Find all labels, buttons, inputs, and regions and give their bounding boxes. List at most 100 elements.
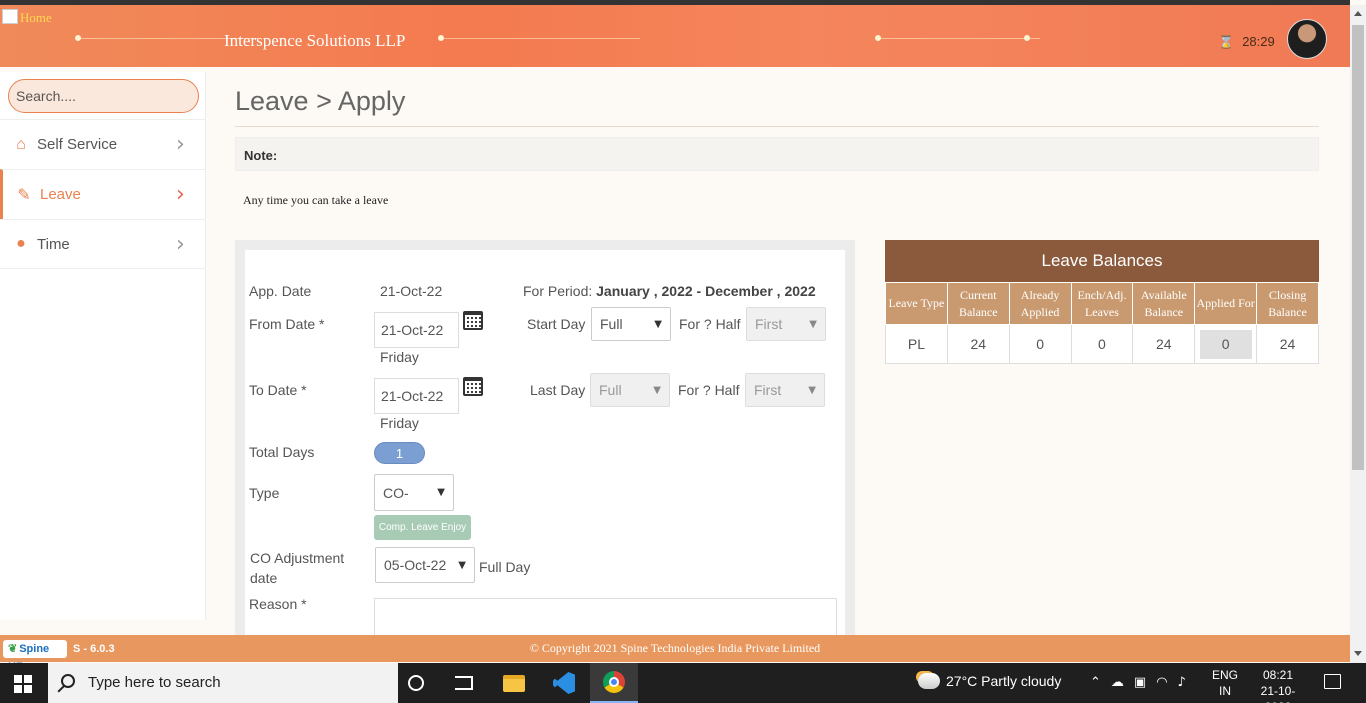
sidebar-item-time[interactable]: ● Time › — [0, 219, 206, 269]
clock-date: 21-10-2022 — [1260, 684, 1296, 703]
session-timer: ⌛ 28:29 — [1218, 34, 1275, 50]
last-day-select[interactable]: Full ▼ — [590, 373, 670, 407]
calendar-icon[interactable] — [463, 311, 483, 330]
from-date-label: From Date * — [249, 316, 325, 332]
file-explorer-icon[interactable] — [490, 663, 538, 703]
home-link[interactable]: Home — [2, 9, 52, 26]
search-icon — [61, 674, 75, 688]
windows-taskbar: Type here to search 27°C Partly cloudy ⌃… — [0, 663, 1366, 703]
language-indicator[interactable]: ENG IN — [1212, 667, 1238, 699]
meet-now-icon[interactable]: ▣ — [1134, 675, 1146, 690]
app-date-value: 21-Oct-22 — [380, 283, 443, 299]
notification-icon[interactable] — [1324, 674, 1341, 689]
header-decoration — [75, 35, 81, 41]
page-title: Leave > Apply — [235, 86, 406, 116]
sidebar-item-label: Time — [37, 235, 70, 253]
sidebar-item-label: Leave — [40, 186, 81, 203]
home-icon: ⌂ — [16, 135, 26, 153]
co-duration: Full Day — [479, 559, 531, 575]
column-header: Current Balance — [946, 282, 1010, 325]
type-label: Type — [249, 485, 280, 501]
applied-for-cell: 0 — [1194, 324, 1258, 364]
start-half-label: For ? Half — [679, 316, 741, 332]
leave-balances-title: Leave Balances — [885, 240, 1319, 282]
system-tray[interactable]: ⌃ ☁ ▣ ◠ ♪ — [1090, 675, 1186, 690]
weather-widget[interactable]: 27°C Partly cloudy — [918, 673, 1061, 689]
system-clock[interactable]: 08:21 21-10-2022 — [1248, 667, 1308, 703]
chevron-down-icon: ▼ — [653, 384, 661, 396]
sidebar-item-self-service[interactable]: ⌂ Self Service › — [0, 119, 206, 169]
note-text: Any time you can take a leave — [243, 193, 389, 207]
table-header-row: Leave Type Current Balance Already Appli… — [885, 282, 1319, 325]
start-day-select[interactable]: Full ▼ — [591, 307, 671, 341]
start-half-select[interactable]: First ▼ — [746, 307, 826, 341]
chevron-down-icon: ▼ — [809, 318, 817, 330]
from-date-input[interactable]: 21-Oct-22 — [374, 312, 459, 348]
total-days-label: Total Days — [249, 444, 315, 460]
table-cell: 0 — [1070, 324, 1134, 364]
volume-icon[interactable]: ♪ — [1178, 675, 1186, 690]
user-clock-icon: ● — [16, 235, 26, 252]
table-cell: 24 — [1132, 324, 1196, 364]
task-view-icon[interactable] — [440, 663, 488, 703]
scroll-thumb[interactable] — [1352, 25, 1364, 470]
start-day-value: Full — [600, 316, 623, 332]
chevron-right-icon: › — [176, 132, 185, 157]
to-date-input[interactable]: 21-Oct-22 — [374, 378, 459, 414]
reason-label: Reason * — [249, 596, 307, 612]
edit-icon: ✎ — [17, 186, 31, 204]
app-header: Home Interspence Solutions LLP ⌛ 28:29 — [0, 0, 1350, 67]
header-decoration — [440, 38, 640, 39]
column-header: Ench/Adj. Leaves — [1070, 282, 1134, 325]
type-value: CO- — [383, 484, 409, 501]
leave-balances-table: Leave Type Current Balance Already Appli… — [885, 282, 1319, 364]
sidebar-item-label: Self Service — [37, 136, 118, 153]
onedrive-icon[interactable]: ☁ — [1111, 675, 1124, 690]
column-header: Already Applied — [1008, 282, 1072, 325]
to-date-label: To Date * — [249, 382, 307, 398]
chevron-down-icon: ▼ — [437, 487, 445, 498]
type-select[interactable]: CO- ▼ — [374, 474, 454, 511]
chevron-up-icon[interactable]: ⌃ — [1090, 675, 1101, 690]
from-day-name: Friday — [380, 349, 419, 365]
scroll-down-arrow-icon[interactable] — [1354, 651, 1362, 656]
co-adjustment-select[interactable]: 05-Oct-22 ▼ — [375, 547, 475, 583]
chevron-down-icon: ▼ — [808, 384, 816, 396]
sidebar-item-leave[interactable]: ✎ Leave › — [0, 169, 206, 219]
table-cell: PL — [885, 324, 948, 364]
last-half-label: For ? Half — [678, 382, 740, 398]
cortana-icon[interactable] — [392, 663, 440, 703]
column-header: Leave Type — [885, 282, 948, 325]
total-days-badge: 1 — [374, 442, 425, 464]
column-header: Closing Balance — [1256, 282, 1319, 325]
chevron-down-icon: ▼ — [458, 559, 466, 571]
weather-text: 27°C Partly cloudy — [946, 673, 1062, 689]
wifi-icon[interactable]: ◠ — [1156, 675, 1167, 690]
vscode-icon[interactable] — [540, 663, 588, 703]
period-field: For Period: January , 2022 - December , … — [523, 283, 816, 299]
search-input[interactable] — [8, 79, 199, 113]
language-code: ENG — [1212, 668, 1239, 682]
last-half-select[interactable]: First ▼ — [745, 373, 825, 407]
company-name: Interspence Solutions LLP — [224, 31, 406, 50]
scroll-up-arrow-icon[interactable] — [1354, 11, 1362, 16]
table-cell: 0 — [1008, 324, 1072, 364]
windows-start-icon[interactable] — [14, 675, 32, 693]
header-decoration — [438, 35, 444, 41]
page-scrollbar[interactable] — [1350, 5, 1366, 663]
hourglass-icon: ⌛ — [1218, 34, 1235, 49]
column-header: Applied For — [1194, 282, 1258, 325]
partly-cloudy-icon — [918, 673, 940, 689]
chrome-icon[interactable] — [590, 663, 638, 703]
search-highlight-art[interactable] — [318, 667, 390, 699]
table-cell: 24 — [1256, 324, 1319, 364]
table-cell: 24 — [946, 324, 1010, 364]
user-avatar[interactable] — [1287, 19, 1327, 59]
chevron-right-icon: › — [176, 231, 185, 257]
last-day-label: Last Day — [530, 382, 586, 398]
calendar-icon[interactable] — [463, 377, 483, 396]
app-date-label: App. Date — [249, 283, 312, 299]
type-description-badge: Comp. Leave Enjoy — [374, 515, 471, 540]
last-day-value: Full — [599, 382, 622, 398]
taskbar-search-placeholder: Type here to search — [88, 674, 221, 691]
